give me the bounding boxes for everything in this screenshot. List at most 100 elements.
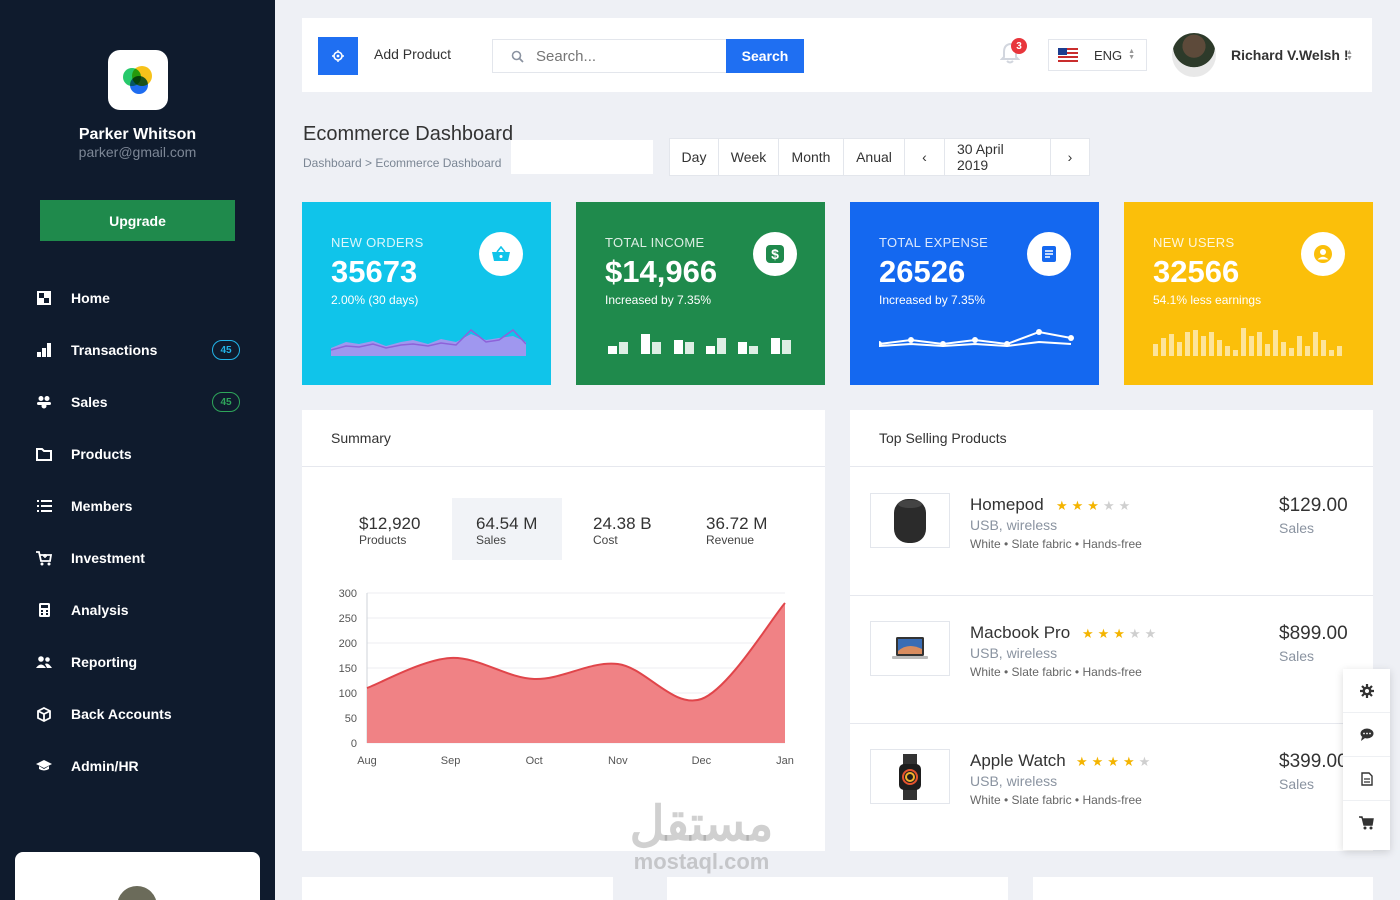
- search-button[interactable]: Search: [726, 39, 804, 73]
- watermark: مستقل mostaql.com: [614, 800, 789, 874]
- product-tags: White • Slate fabric • Hands-free: [970, 665, 1142, 679]
- stat-title: NEW ORDERS: [331, 235, 424, 250]
- stat-title: TOTAL EXPENSE: [879, 235, 989, 250]
- sort-caret-icon: ▲ ▼: [1128, 48, 1136, 61]
- stat-subtitle: 54.1% less earnings: [1153, 293, 1262, 307]
- spark-bar: [1169, 334, 1174, 356]
- page-title: Ecommerce Dashboard: [303, 123, 514, 145]
- calculator-icon: [36, 602, 52, 618]
- add-product-button[interactable]: [318, 37, 358, 75]
- product-row[interactable]: Macbook Pro ★★★★★ USB, wireless White • …: [850, 596, 1373, 724]
- x-tick-label: Dec: [692, 755, 712, 767]
- homepod-thumbnail: [870, 493, 950, 548]
- basket-icon: [479, 232, 523, 276]
- bottom-card: [1033, 877, 1373, 900]
- stat-subtitle: Increased by 7.35%: [605, 293, 712, 307]
- metric-label: Products: [359, 533, 407, 547]
- sidebar-item-admin-hr[interactable]: Admin/HR: [0, 740, 275, 792]
- home-icon: [36, 290, 52, 306]
- sidebar-item-label: Transactions: [71, 342, 158, 358]
- sidebar-item-members[interactable]: Members: [0, 480, 275, 532]
- language-select[interactable]: ENG ▲ ▼: [1048, 39, 1147, 71]
- sidebar-item-label: Reporting: [71, 654, 138, 670]
- sidebar-item-home[interactable]: Home: [0, 272, 275, 324]
- product-price: $899.00: [1279, 623, 1348, 644]
- spark-bar: [1209, 332, 1214, 356]
- range-month-button[interactable]: Month: [779, 139, 844, 175]
- app-logo[interactable]: [108, 50, 168, 110]
- profile-name[interactable]: Richard V.Welsh !: [1231, 47, 1348, 63]
- sidebar-item-products[interactable]: Products: [0, 428, 275, 480]
- profile-caret-icon[interactable]: ▲ ▼: [1346, 49, 1353, 62]
- folder-icon: [36, 446, 52, 462]
- product-price-label: Sales: [1279, 648, 1315, 664]
- product-row[interactable]: Homepod ★★★★★ USB, wireless White • Slat…: [850, 468, 1373, 596]
- sidebar-item-analysis[interactable]: Analysis: [0, 584, 275, 636]
- rating-stars: ★★★★★: [1082, 626, 1161, 641]
- document-icon[interactable]: [1343, 757, 1390, 801]
- range-anual-button[interactable]: Anual: [844, 139, 905, 175]
- spark-bar: [1305, 346, 1310, 356]
- stat-card-new-users: NEW USERS 32566 54.1% less earnings: [1124, 202, 1373, 385]
- spark-bar: [1233, 350, 1238, 356]
- spark-bar: [1153, 344, 1158, 356]
- sidebar-item-investment[interactable]: Investment: [0, 532, 275, 584]
- y-tick-label: 50: [345, 713, 357, 725]
- users-bar-sparkline: [1153, 328, 1342, 356]
- product-desc: USB, wireless: [970, 517, 1058, 533]
- sidebar-item-label: Products: [71, 446, 132, 462]
- next-date-button[interactable]: ›: [1051, 139, 1089, 175]
- product-price: $399.00: [1279, 751, 1348, 772]
- top-selling-title: Top Selling Products: [850, 410, 1373, 467]
- y-tick-label: 250: [339, 613, 357, 625]
- product-name[interactable]: Apple Watch: [970, 751, 1066, 771]
- breadcrumb[interactable]: Dashboard > Ecommerce Dashboard: [303, 156, 501, 170]
- gear-icon[interactable]: [1343, 669, 1390, 713]
- list-icon: [36, 498, 52, 514]
- spark-bar: [1337, 346, 1342, 356]
- avatar: [117, 886, 157, 900]
- metric-label: Sales: [476, 533, 507, 547]
- metric-sales[interactable]: 64.54 M Sales: [452, 498, 562, 560]
- product-name[interactable]: Homepod: [970, 495, 1044, 515]
- sidebar-item-reporting[interactable]: Reporting: [0, 636, 275, 688]
- sidebar-item-label: Back Accounts: [71, 706, 172, 722]
- metric-products[interactable]: $12,920 Products: [335, 498, 445, 560]
- stat-title: TOTAL INCOME: [605, 235, 705, 250]
- floating-toolbar: [1343, 669, 1390, 850]
- range-week-button[interactable]: Week: [719, 139, 779, 175]
- notification-badge: 3: [1011, 38, 1027, 54]
- profile-avatar[interactable]: [1172, 33, 1216, 77]
- sidebar-item-transactions[interactable]: Transactions 45: [0, 324, 275, 376]
- sidebar-item-back-accounts[interactable]: Back Accounts: [0, 688, 275, 740]
- current-date[interactable]: 30 April 2019: [945, 139, 1051, 175]
- sidebar-item-label: Members: [71, 498, 133, 514]
- product-tags: White • Slate fabric • Hands-free: [970, 793, 1142, 807]
- graduation-icon: [36, 758, 52, 774]
- summary-card: Summary $12,920 Products 64.54 M Sales 2…: [302, 410, 825, 851]
- metric-revenue[interactable]: 36.72 M Revenue: [682, 498, 792, 560]
- metric-value: $12,920: [359, 514, 421, 533]
- expense-line-sparkline: [879, 329, 1074, 348]
- us-flag-icon: [1058, 48, 1078, 62]
- product-row[interactable]: Apple Watch ★★★★★ USB, wireless White • …: [850, 724, 1373, 851]
- product-name[interactable]: Macbook Pro: [970, 623, 1070, 643]
- stat-value: 35673: [331, 254, 418, 289]
- range-day-button[interactable]: Day: [670, 139, 719, 175]
- metric-value: 24.38 B: [593, 514, 652, 533]
- upgrade-button[interactable]: Upgrade: [40, 200, 235, 241]
- bottom-card: [302, 877, 613, 900]
- stat-value: 26526: [879, 254, 966, 289]
- sidebar-item-sales[interactable]: Sales 45: [0, 376, 275, 428]
- x-tick-label: Sep: [441, 755, 461, 767]
- chat-icon[interactable]: [1343, 713, 1390, 757]
- y-tick-label: 300: [339, 588, 357, 600]
- search-input[interactable]: [536, 47, 716, 65]
- metric-cost[interactable]: 24.38 B Cost: [569, 498, 679, 560]
- users-icon: [36, 394, 52, 410]
- cart-icon[interactable]: [1343, 801, 1390, 845]
- prev-date-button[interactable]: ‹: [905, 139, 945, 175]
- x-tick-label: Jan: [776, 755, 794, 767]
- add-product-label[interactable]: Add Product: [374, 46, 451, 62]
- y-tick-label: 150: [339, 663, 357, 675]
